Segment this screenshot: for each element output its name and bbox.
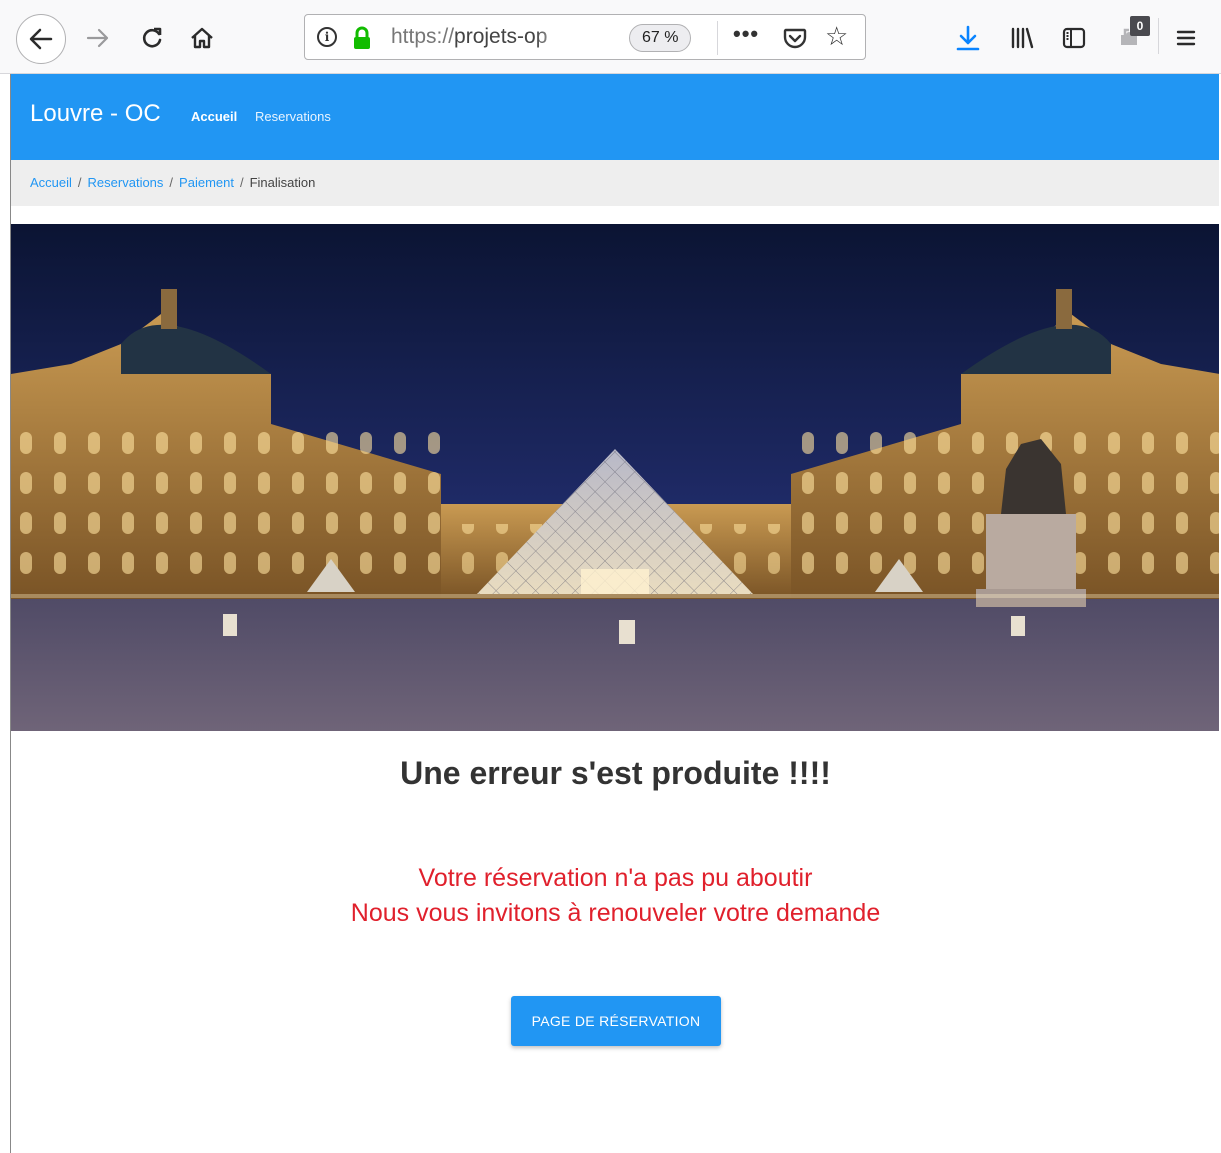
pocket-icon[interactable] xyxy=(781,24,809,52)
error-message: Votre réservation n'a pas pu aboutir Nou… xyxy=(11,861,1219,931)
error-message-line-1: Votre réservation n'a pas pu aboutir xyxy=(418,864,813,892)
breadcrumb-accueil[interactable]: Accueil xyxy=(30,175,72,190)
browser-toolbar: i https://projets-op 67 % ••• ☆ 0 xyxy=(0,0,1221,74)
breadcrumb: Accueil / Reservations / Paiement / Finalisati… xyxy=(11,160,1219,206)
info-icon[interactable]: i xyxy=(317,27,337,47)
home-icon xyxy=(191,27,213,49)
site-brand[interactable]: Louvre - OC xyxy=(30,100,161,128)
page-viewport: Louvre - OC Accueil Reservations Accueil… xyxy=(10,74,1219,1153)
breadcrumb-reservations[interactable]: Reservations xyxy=(88,175,164,190)
reload-button[interactable] xyxy=(134,20,170,56)
error-message-line-2: Nous vous invitons à renouveler votre de… xyxy=(350,899,881,927)
url-divider xyxy=(717,21,718,55)
lock-icon[interactable] xyxy=(349,25,375,51)
site-navbar: Louvre - OC Accueil Reservations xyxy=(11,74,1219,160)
forward-arrow-icon xyxy=(86,28,109,48)
breadcrumb-separator: / xyxy=(239,175,244,190)
home-button[interactable] xyxy=(184,20,220,56)
breadcrumb-paiement[interactable]: Paiement xyxy=(179,175,234,190)
menu-button[interactable] xyxy=(1168,20,1204,56)
library-icon xyxy=(1011,27,1034,49)
back-arrow-icon xyxy=(29,28,53,50)
reservation-page-button[interactable]: PAGE DE RÉSERVATION xyxy=(511,996,721,1046)
download-icon xyxy=(956,25,980,51)
sidebar-icon xyxy=(1062,27,1086,49)
back-button[interactable] xyxy=(16,14,66,64)
url-text[interactable]: https://projets-op xyxy=(391,25,571,49)
extension-badge: 0 xyxy=(1130,16,1150,36)
hamburger-menu-icon xyxy=(1176,30,1196,46)
url-bar[interactable]: i https://projets-op 67 % ••• ☆ xyxy=(304,14,866,60)
sidebar-button[interactable] xyxy=(1056,20,1092,56)
breadcrumb-current: Finalisation xyxy=(249,175,316,190)
louvre-hero-image xyxy=(11,224,1219,731)
breadcrumb-separator: / xyxy=(169,175,174,190)
forward-button[interactable] xyxy=(80,20,116,56)
downloads-button[interactable] xyxy=(950,20,986,56)
nav-link-accueil[interactable]: Accueil xyxy=(191,109,237,124)
error-title: Une erreur s'est produite !!!! xyxy=(400,755,831,791)
star-icon[interactable]: ☆ xyxy=(825,21,848,52)
toolbar-divider xyxy=(1158,18,1159,54)
page-actions-button[interactable]: ••• xyxy=(733,21,759,47)
zoom-indicator[interactable]: 67 % xyxy=(629,24,692,52)
breadcrumb-separator: / xyxy=(77,175,82,190)
library-button[interactable] xyxy=(1004,20,1040,56)
extension-button[interactable]: 0 xyxy=(1108,14,1152,58)
nav-link-reservations[interactable]: Reservations xyxy=(255,109,331,124)
reload-icon xyxy=(142,27,162,48)
